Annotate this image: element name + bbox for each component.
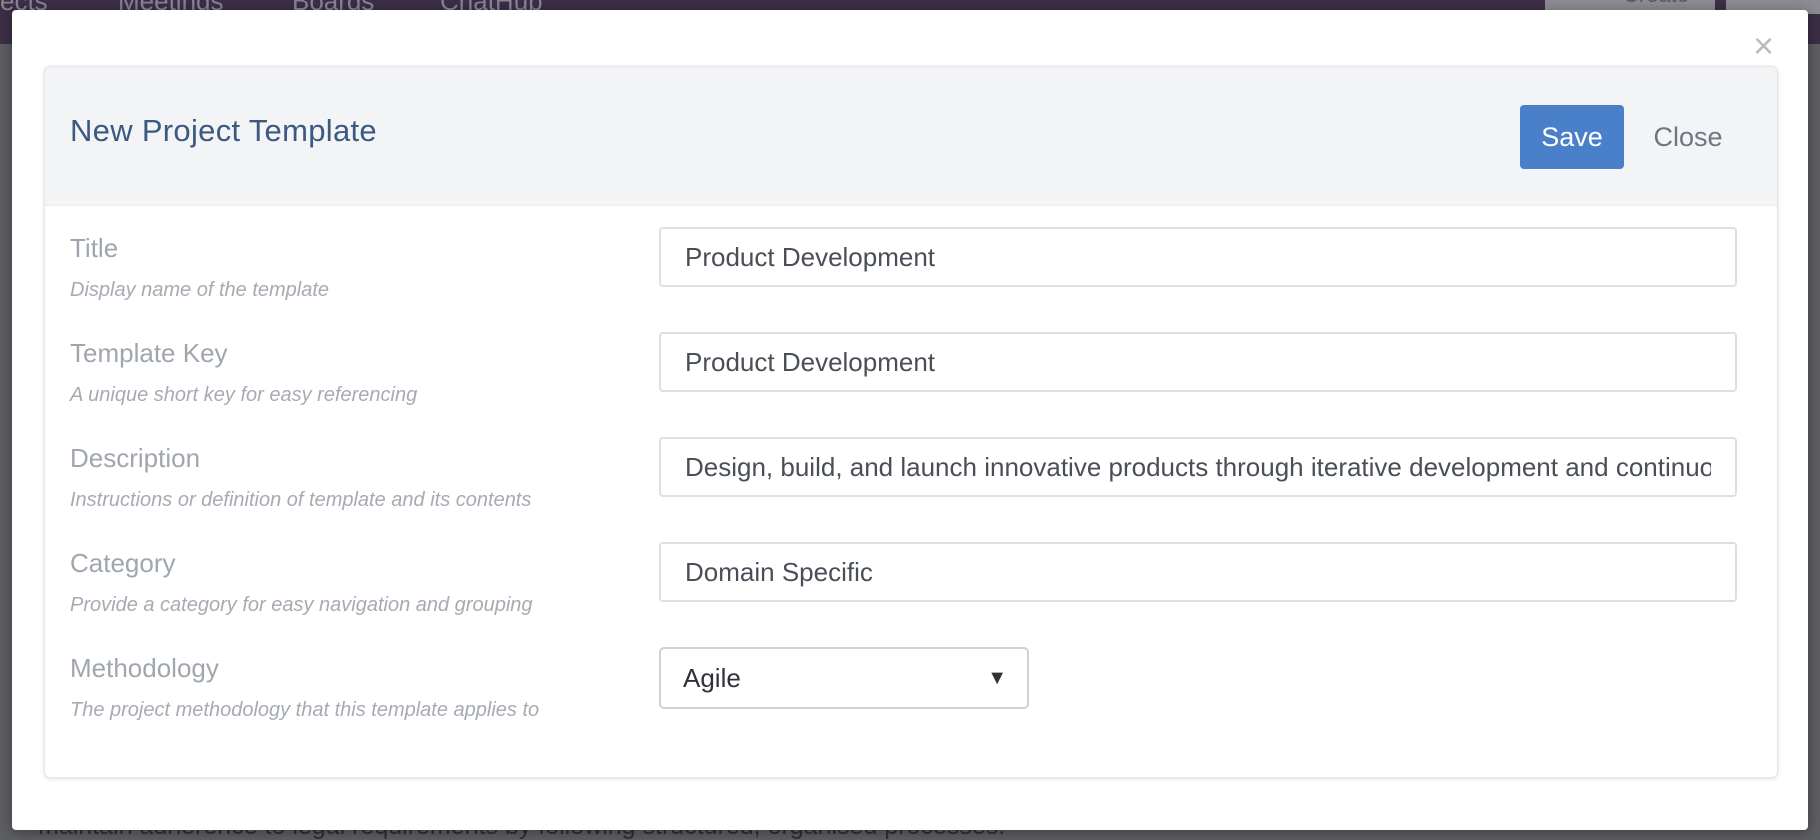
methodology-label: Methodology	[70, 653, 219, 683]
template-key-help: A unique short key for easy referencing	[70, 384, 418, 406]
category-help: Provide a category for easy navigation a…	[70, 594, 533, 616]
background-create-label: Create	[1623, 0, 1689, 8]
modal-title: New Project Template	[70, 113, 377, 148]
title-input[interactable]	[659, 227, 1737, 287]
title-label: Title	[70, 233, 119, 263]
field-row-category: Category Provide a category for easy nav…	[45, 542, 1777, 653]
description-input[interactable]	[659, 437, 1737, 497]
chevron-down-icon: ▼	[987, 667, 1007, 689]
field-row-template-key: Template Key A unique short key for easy…	[45, 332, 1777, 443]
description-label: Description	[70, 443, 201, 473]
field-row-methodology: Methodology The project methodology that…	[45, 647, 1777, 758]
methodology-selected-value: Agile	[683, 663, 741, 693]
description-help: Instructions or definition of template a…	[70, 489, 532, 511]
field-row-title: Title Display name of the template	[45, 227, 1777, 338]
new-project-template-modal: × New Project Template Save Close Title …	[12, 10, 1808, 830]
methodology-select[interactable]: Agile ▼	[659, 647, 1029, 709]
save-button[interactable]: Save	[1520, 105, 1624, 169]
methodology-help: The project methodology that this templa…	[70, 699, 540, 721]
template-form-card: New Project Template Save Close Title Di…	[44, 66, 1778, 778]
close-button[interactable]: Close	[1633, 105, 1743, 169]
modal-header: New Project Template Save Close	[45, 67, 1777, 206]
template-key-input[interactable]	[659, 332, 1737, 392]
category-input[interactable]	[659, 542, 1737, 602]
field-row-description: Description Instructions or definition o…	[45, 437, 1777, 548]
template-key-label: Template Key	[70, 338, 228, 368]
title-help: Display name of the template	[70, 279, 330, 301]
category-label: Category	[70, 548, 176, 578]
close-icon[interactable]: ×	[1753, 28, 1774, 64]
